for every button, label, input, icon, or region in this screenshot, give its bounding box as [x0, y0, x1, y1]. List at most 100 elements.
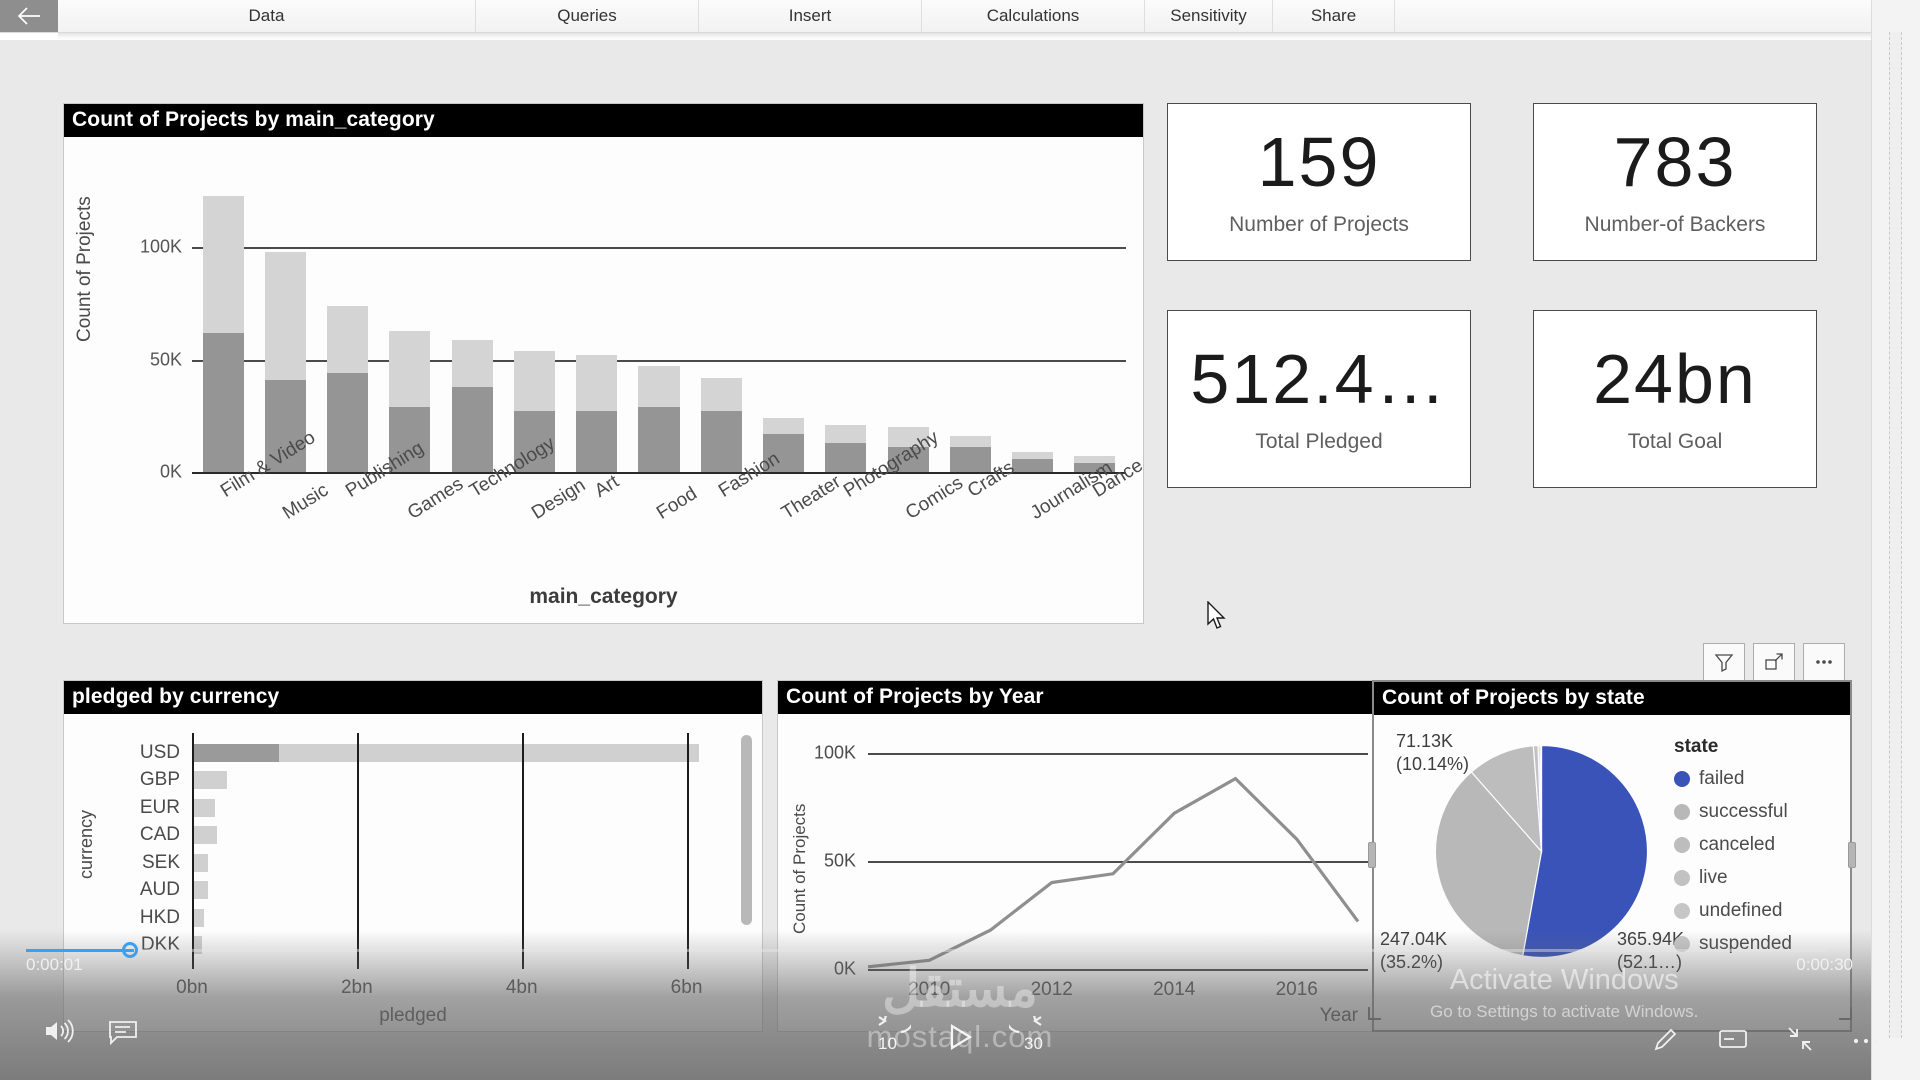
currency-chart-scrollbar[interactable] [741, 735, 752, 925]
bar-chart-bar[interactable] [949, 436, 991, 472]
back-button[interactable] [0, 0, 58, 32]
kpi-number-of-backers-label: Number-of Backers [1584, 213, 1766, 236]
currency-bar[interactable] [192, 826, 217, 845]
mouse-cursor [1206, 600, 1228, 638]
bar-chart-bar[interactable] [576, 355, 618, 472]
pie-callout-canceled-value: 71.13K [1396, 731, 1454, 751]
line-chart-x-tick: 2014 [1153, 979, 1196, 1000]
pie-legend: state failed successful canceled live undefi… [1674, 736, 1792, 966]
tab-share[interactable]: Share [1273, 0, 1395, 32]
tab-data-label: Data [248, 6, 285, 25]
bar-chart-y-axis-title: Count of Projects [74, 196, 95, 342]
line-chart-plot: Count of Projects Year 0K 50K 100K 2010 201… [778, 719, 1376, 1033]
currency-chart-gridline [521, 733, 524, 969]
visual-count-by-year[interactable]: Count of Projects by Year Count of Proje… [777, 680, 1377, 1032]
pie-legend-item[interactable]: canceled [1674, 834, 1792, 856]
card-icon [1718, 1030, 1748, 1056]
currency-chart-title: pledged by currency [64, 681, 762, 714]
play-button[interactable] [945, 1022, 975, 1057]
visual-count-by-main-category[interactable]: Count of Projects by main_category Count… [63, 103, 1147, 624]
bar-segment-upper [389, 330, 431, 407]
line-chart-line [867, 776, 1360, 969]
currency-chart-x-tick: 2bn [340, 977, 373, 998]
currency-bar-highlight [192, 743, 279, 762]
kpi-total-goal[interactable]: 24bn Total Goal [1533, 310, 1817, 488]
more-dots-button[interactable] [1852, 1033, 1880, 1051]
pie-legend-item[interactable]: successful [1674, 801, 1792, 823]
kpi-total-pledged[interactable]: 512.4… Total Pledged [1167, 310, 1471, 488]
currency-bar[interactable] [192, 771, 227, 790]
pie-legend-label: failed [1699, 768, 1745, 789]
play-icon [945, 1023, 975, 1056]
bar-chart-bar[interactable] [1012, 451, 1054, 472]
visual-count-by-state[interactable]: Count of Projects by state 71.13K (10.14… [1368, 680, 1856, 1032]
bar-chart-bar[interactable] [451, 339, 493, 472]
visual-header-toolbar[interactable] [1703, 643, 1845, 685]
bar-chart-bar[interactable] [638, 366, 680, 472]
more-dots-icon [1852, 1033, 1880, 1050]
tab-sensitivity[interactable]: Sensitivity [1145, 0, 1273, 32]
focus-mode-button[interactable] [1753, 643, 1795, 685]
video-progress-track[interactable] [26, 949, 1826, 952]
currency-bar[interactable] [192, 798, 216, 817]
pie-legend-item[interactable]: undefined [1674, 900, 1792, 922]
line-chart-title: Count of Projects by Year [778, 681, 1376, 714]
filter-button[interactable] [1703, 643, 1745, 685]
pie-chart[interactable] [1434, 744, 1649, 959]
bar-chart-category-label: Music [279, 479, 333, 524]
forward-30-button[interactable]: 30 [1009, 1016, 1055, 1058]
kpi-number-of-backers[interactable]: 783 Number-of Backers [1533, 103, 1817, 261]
currency-bar[interactable] [192, 881, 209, 900]
canvas-scrollbar-track[interactable] [1889, 32, 1902, 1038]
bar-chart-bar[interactable] [202, 195, 244, 472]
visual-pledged-by-currency[interactable]: pledged by currency currency pledged USD… [63, 680, 763, 1032]
bar-chart-bar[interactable] [327, 305, 369, 472]
tab-insert[interactable]: Insert [699, 0, 922, 32]
currency-chart-gridline [192, 733, 194, 969]
volume-button[interactable] [42, 1017, 76, 1050]
tab-queries[interactable]: Queries [476, 0, 699, 32]
kpi-number-of-projects-value: 159 [1257, 123, 1381, 201]
currency-chart-gridline [356, 733, 359, 969]
bar-segment-lower [825, 442, 867, 472]
bar-chart-category-label: Games [403, 473, 467, 524]
video-elapsed-time: 0:00:01 [26, 955, 83, 974]
video-transport-controls[interactable]: 10 30 [865, 1016, 1055, 1058]
line-chart-x-tick: 2016 [1275, 979, 1318, 1000]
tab-insert-label: Insert [788, 6, 832, 25]
pie-callout-canceled: 71.13K (10.14%) [1396, 730, 1469, 775]
currency-bar[interactable] [192, 853, 209, 872]
video-right-controls[interactable] [1652, 1025, 1880, 1058]
pie-chart-svg[interactable] [1434, 744, 1649, 959]
bar-chart-bar[interactable] [825, 424, 867, 472]
minimap-button[interactable] [1718, 1026, 1748, 1057]
resize-handle-left[interactable] [1368, 842, 1376, 868]
video-progress-knob[interactable] [122, 942, 138, 958]
canvas-scrollbar-rail[interactable] [1871, 0, 1920, 1080]
captions-button[interactable] [108, 1019, 138, 1050]
tab-data[interactable]: Data [58, 0, 476, 32]
annotate-button[interactable] [1652, 1025, 1680, 1058]
video-progress-fill [26, 949, 134, 952]
currency-category-label: HKD [139, 906, 180, 928]
line-chart-x-tick: 2010 [908, 979, 951, 1000]
bar-chart-plot: Count of Projects main_category 0K 50K 100… [64, 142, 1147, 623]
line-chart-x-tick: 2012 [1030, 979, 1073, 1000]
rewind-10-button[interactable]: 10 [865, 1016, 911, 1058]
bar-segment-upper [202, 195, 244, 333]
resize-handle-right[interactable] [1848, 842, 1856, 868]
pie-legend-item[interactable]: failed [1674, 768, 1792, 790]
exit-fullscreen-button[interactable] [1786, 1025, 1814, 1058]
resize-handle-bottom-left[interactable] [1368, 1007, 1381, 1020]
bar-chart-category-label: Food [653, 483, 701, 524]
more-options-button[interactable] [1803, 643, 1845, 685]
bar-segment-upper [513, 350, 555, 412]
video-duration-time: 0:00:30 [1796, 955, 1853, 974]
legend-color-dot [1674, 903, 1690, 919]
bar-chart-y-tick: 100K [139, 236, 182, 257]
kpi-number-of-projects[interactable]: 159 Number of Projects [1167, 103, 1471, 261]
tab-calculations[interactable]: Calculations [922, 0, 1145, 32]
resize-handle-bottom-right[interactable] [1839, 1007, 1852, 1020]
bar-chart-bar[interactable] [700, 377, 742, 472]
pie-legend-item[interactable]: live [1674, 867, 1792, 889]
